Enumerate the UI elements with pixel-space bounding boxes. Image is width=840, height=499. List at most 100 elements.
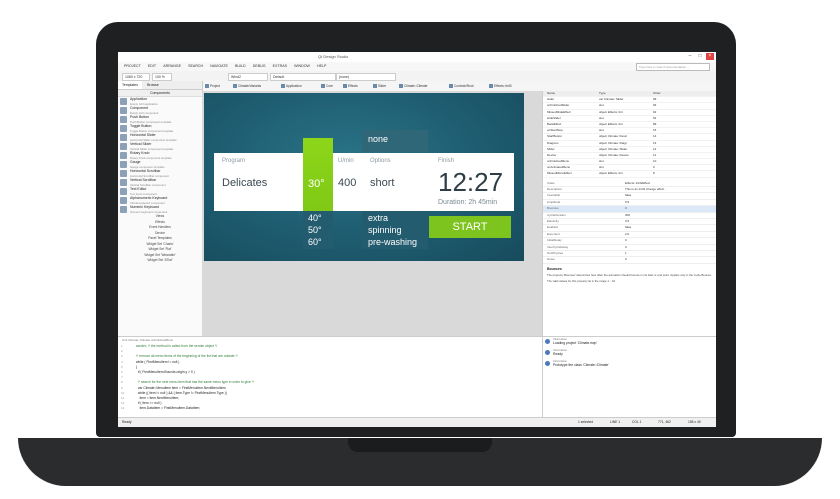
component-desc: Rotary Knob component template	[130, 155, 172, 160]
temp-selected[interactable]: 30°	[308, 178, 325, 190]
menu-window[interactable]: WINDOW	[294, 62, 310, 71]
message-item[interactable]: Information Ready	[543, 348, 716, 359]
line-number: 2	[121, 349, 123, 354]
option-spinning[interactable]: spinning	[368, 225, 402, 235]
component-icon	[120, 98, 127, 105]
member-type: var Climate::Slider	[599, 97, 624, 102]
crumb-climate[interactable]: Climate::Climate	[398, 82, 427, 90]
temp-60[interactable]: 60°	[308, 237, 322, 247]
member-row[interactable]: MissedMenuEffect object Effects::Init 8	[543, 171, 716, 178]
crumb-application[interactable]: Application	[280, 82, 302, 90]
theme-select[interactable]: Wind2	[228, 73, 268, 81]
component-item[interactable]: Application Empty GUI application	[118, 97, 202, 106]
code-line: /* remove all menu items of the beginnin…	[136, 354, 238, 359]
menu-build[interactable]: BUILD	[235, 62, 246, 71]
option-pre-washing[interactable]: pre-washing	[368, 237, 417, 247]
component-item[interactable]: Alphanumeric Keyboard Virtual keyboard co…	[118, 196, 202, 205]
component-item[interactable]: Vertical Slider Vertical Slider component…	[118, 142, 202, 151]
crumb-init[interactable]: Effects::Init3	[488, 82, 511, 90]
member-order: 13	[653, 140, 657, 145]
component-item[interactable]: Gauge Gauge component template	[118, 160, 202, 169]
member-type: slot	[599, 115, 604, 120]
style-select[interactable]: Default	[270, 73, 336, 81]
temp-40[interactable]: 40°	[308, 213, 322, 223]
info-icon	[545, 339, 550, 344]
menu-extras[interactable]: EXTRAS	[273, 62, 287, 71]
canvas-size-field[interactable]: 1080 x 720	[122, 73, 150, 81]
menu-project[interactable]: PROJECT	[124, 62, 141, 71]
member-order: 91	[653, 115, 657, 120]
option-extra[interactable]: extra	[368, 213, 388, 223]
property-key: Bounces	[547, 206, 559, 211]
component-desc: Empty GUI component	[130, 110, 159, 115]
message-item[interactable]: Information Loading project 'Climate.ewp'	[543, 337, 716, 348]
speed-value[interactable]: 400	[338, 177, 356, 189]
component-item[interactable]: Component Empty GUI component	[118, 106, 202, 115]
maximize-icon[interactable]: □	[696, 53, 704, 60]
window-title: Qt Design Studio	[318, 54, 349, 59]
component-item[interactable]: Toggle Button Toggle Button component tem…	[118, 124, 202, 133]
program-value[interactable]: Delicates	[222, 177, 267, 189]
line-number: 3	[121, 354, 123, 359]
menu-help[interactable]: HELP	[317, 62, 326, 71]
crumb-controls[interactable]: Controls/Root	[448, 82, 474, 90]
option-select[interactable]: (none)	[336, 73, 396, 81]
design-canvas[interactable]: cold none Program Delicates U/min 400 Op…	[202, 91, 542, 336]
member-list: slider var Climate::Slider 99 onFinishedSli…	[543, 97, 716, 178]
code-line: if ( FirstMenuItem.Bounds.origin.y > 0 )	[136, 370, 195, 374]
component-icon	[120, 188, 127, 195]
component-item[interactable]: Text Editor Text Input component	[118, 187, 202, 196]
menu-edit[interactable]: EDIT	[148, 62, 156, 71]
option-none[interactable]: none	[368, 134, 388, 144]
component-desc: Empty GUI application	[130, 101, 158, 106]
option-value[interactable]: short	[370, 177, 394, 189]
component-item[interactable]: Vertical Scrollbar Vertical Scrollbar com…	[118, 178, 202, 187]
component-item[interactable]: Numeric Keyboard Numeric keyboard compone…	[118, 205, 202, 214]
program-card: Program Delicates U/min 400 Options shor…	[214, 153, 514, 211]
line-number: 7	[121, 375, 123, 380]
property-value: Effects::Int32Effect	[625, 180, 651, 185]
member-type: slot	[599, 103, 604, 108]
close-icon[interactable]: ×	[706, 53, 714, 60]
panel-tabs: Templates Browse	[118, 81, 202, 90]
component-icon	[120, 197, 127, 204]
menu-arrange[interactable]: ARRANGE	[163, 62, 181, 71]
code-editor[interactable]: Unit Climate::Climate.onFinishedMenu 1 se…	[118, 336, 542, 418]
tab-templates[interactable]: Templates	[118, 81, 142, 89]
message-item[interactable]: Information Prototype the class 'Climate:…	[543, 359, 716, 370]
crumb-slider[interactable]: Slider	[372, 82, 386, 90]
property-row[interactable]: Noise 0	[543, 257, 716, 264]
property-key: Description	[547, 187, 563, 192]
member-order: 15	[653, 128, 657, 133]
component-icon	[120, 161, 127, 168]
tab-browse[interactable]: Browse	[143, 81, 163, 89]
line-number: 8	[121, 380, 123, 385]
search-input[interactable]: Type here to search documentation ...	[636, 63, 710, 71]
template-group-item[interactable]: Widget Set 'ATlat'	[118, 258, 202, 264]
property-value: 2.0	[625, 231, 630, 236]
component-item[interactable]: Horizontal Scrollbar Horizontal Scrollbar…	[118, 169, 202, 178]
component-desc: Vertical Slider component template	[130, 146, 174, 151]
component-item[interactable]: Push Button Push Button component templat…	[118, 115, 202, 124]
component-item[interactable]: Rotary Knob Rotary Knob component templat…	[118, 151, 202, 160]
menu-search[interactable]: SEARCH	[188, 62, 203, 71]
menu-debug[interactable]: DEBUG	[253, 62, 266, 71]
zoom-field[interactable]: 100 %	[152, 73, 172, 81]
member-name: BackEffect	[547, 121, 562, 126]
temp-50[interactable]: 50°	[308, 225, 322, 235]
start-button[interactable]: START	[429, 216, 511, 238]
status-pos: 771, 462	[658, 420, 671, 424]
crumb-variants[interactable]: Climate/Variants	[232, 82, 261, 90]
status-size: 155 x 40	[688, 420, 701, 424]
crumb-core[interactable]: Core	[320, 82, 333, 90]
component-icon	[120, 179, 127, 186]
menu-navigate[interactable]: NAVIGATE	[210, 62, 228, 71]
member-order: 9	[653, 165, 655, 170]
crumb-effects[interactable]: Effects	[342, 82, 358, 90]
crumb-project[interactable]: Project	[204, 82, 220, 90]
member-type: slot	[599, 159, 604, 164]
component-item[interactable]: Horizontal Slider Horizontal Slider compo…	[118, 133, 202, 142]
minimize-icon[interactable]: –	[686, 53, 694, 60]
code-line: sender; /* the method is called from the…	[136, 344, 218, 348]
code-line: /* search for the next menu item that ha…	[136, 380, 254, 385]
